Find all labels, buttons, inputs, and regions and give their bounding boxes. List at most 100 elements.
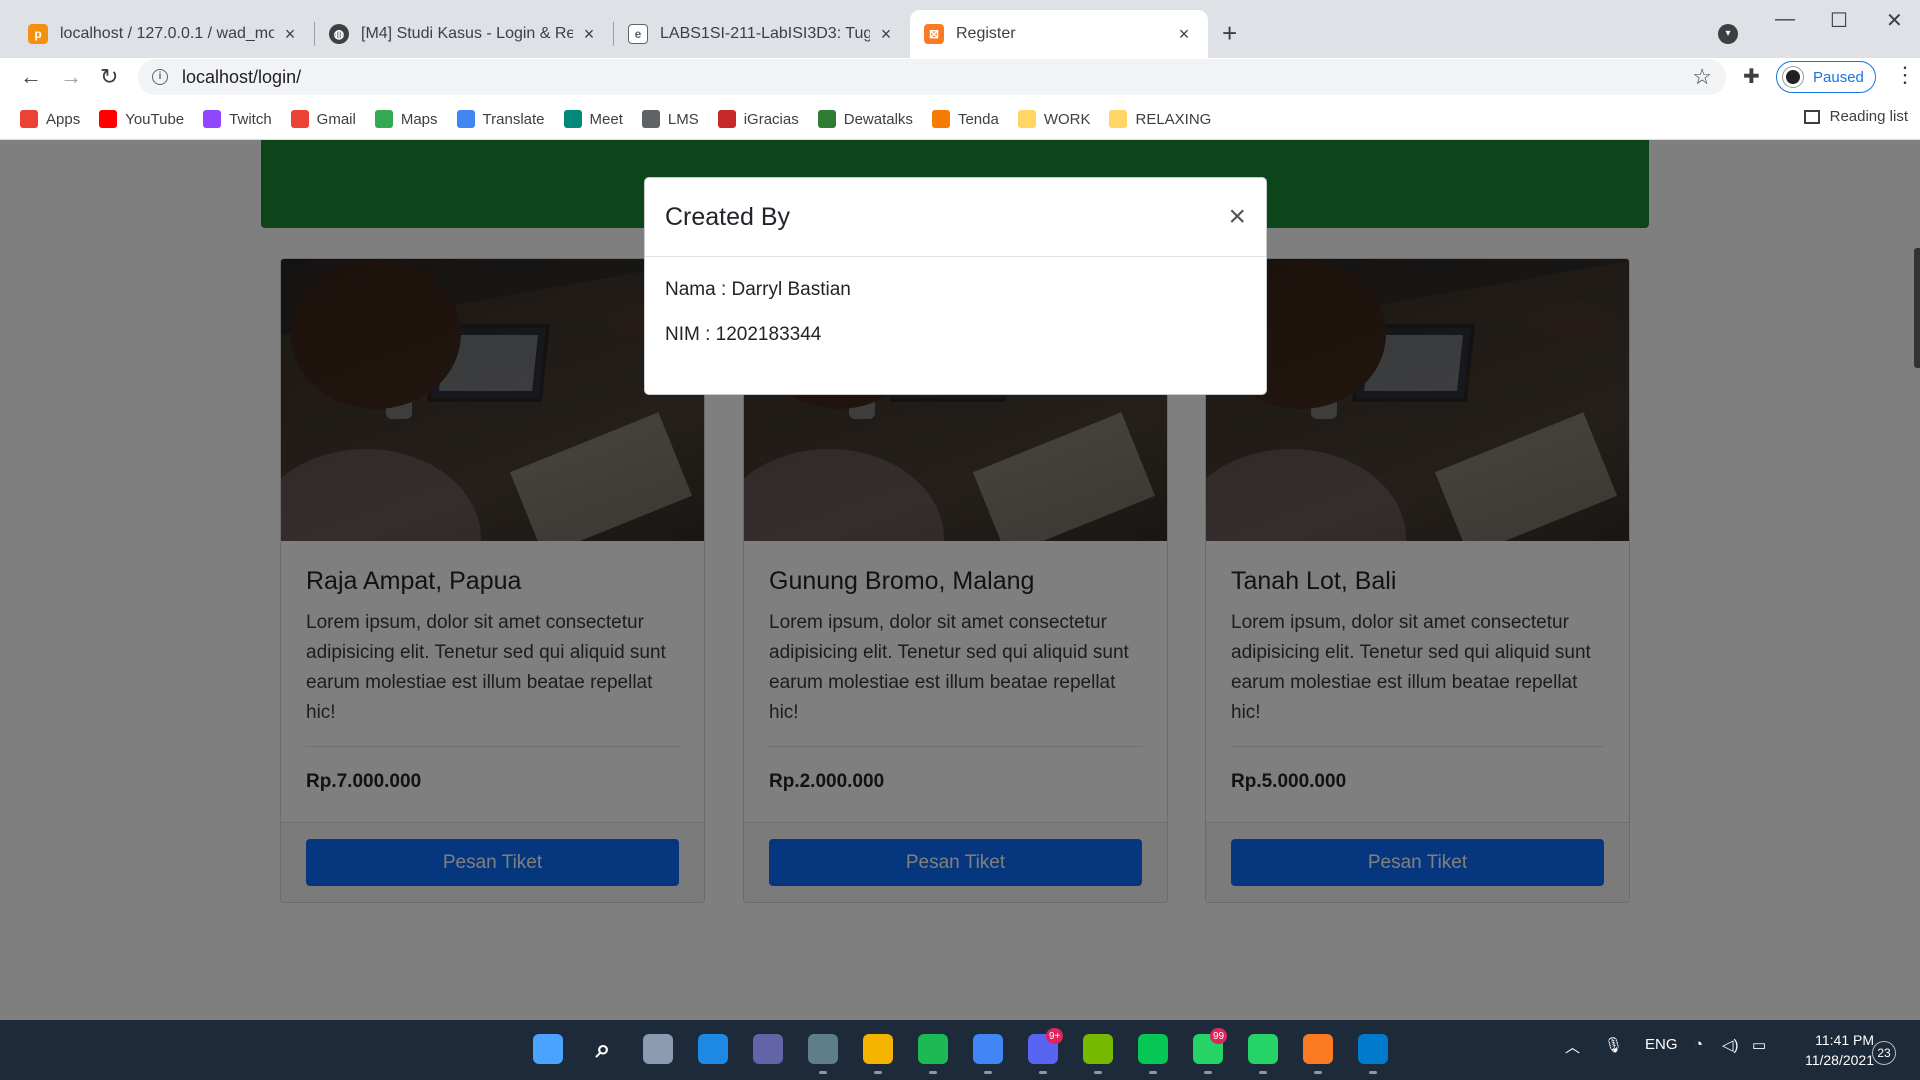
search-icon[interactable]: ⌕ — [588, 1033, 618, 1064]
language-indicator[interactable]: ENG — [1645, 1036, 1678, 1053]
snipping-tool-icon[interactable] — [808, 1034, 838, 1064]
bookmark-label: Twitch — [229, 110, 272, 128]
line-icon[interactable] — [1138, 1034, 1168, 1064]
bookmark-gmail[interactable]: Gmail — [290, 110, 356, 128]
created-by-modal: Created By × Nama : Darryl Bastian NIM :… — [644, 177, 1267, 395]
avatar — [1783, 67, 1803, 87]
close-icon[interactable]: × — [1228, 202, 1246, 232]
vscode-icon[interactable] — [1358, 1034, 1388, 1064]
running-indicator — [1094, 1071, 1102, 1074]
bookmark-label: Dewatalks — [843, 110, 913, 128]
reading-list-icon — [1803, 109, 1820, 124]
youtube-icon — [99, 110, 118, 128]
back-icon[interactable]: ← — [20, 64, 42, 90]
bookmark-label: WORK — [1043, 110, 1091, 128]
running-indicator — [1259, 1071, 1267, 1074]
modal-body: Nama : Darryl Bastian NIM : 1202183344 — [645, 257, 1266, 368]
close-tab-icon[interactable]: × — [1174, 24, 1194, 45]
window-close-icon[interactable]: ✕ — [1886, 8, 1903, 33]
chevron-up-icon[interactable]: ︿ — [1565, 1036, 1580, 1057]
widgets-icon[interactable] — [698, 1034, 728, 1064]
bookmark-label: iGracias — [743, 110, 799, 128]
notification-count[interactable]: 23 — [1872, 1041, 1896, 1065]
dewatalks-icon — [817, 110, 836, 128]
bookmark-label: Gmail — [316, 110, 356, 128]
profile-status: Paused — [1813, 68, 1864, 86]
close-tab-icon[interactable]: × — [280, 24, 300, 45]
running-indicator — [1149, 1071, 1157, 1074]
bookmark-twitch[interactable]: Twitch — [203, 110, 272, 128]
extensions-icon[interactable]: ✚ — [1743, 64, 1760, 89]
scrollbar[interactable] — [1914, 248, 1920, 368]
battery-icon[interactable]: ▭ — [1752, 1036, 1766, 1054]
modal-title: Created By — [665, 202, 791, 231]
clock[interactable]: 11:41 PM 11/28/2021 — [1794, 1030, 1874, 1070]
bookmark-star-icon[interactable]: ☆ — [1692, 64, 1712, 90]
start-icon[interactable] — [533, 1034, 563, 1064]
e-learning-icon: e — [628, 24, 648, 44]
file-explorer-icon[interactable] — [863, 1034, 893, 1064]
bookmark-maps[interactable]: Maps — [374, 110, 438, 128]
modal-header: Created By × — [645, 178, 1266, 257]
tab-labs[interactable]: e LABS1SI-211-LabISI3D3: Tugas Pe × — [614, 10, 910, 58]
xampp-icon: ⊠ — [924, 24, 944, 44]
bookmark-apps[interactable]: Apps — [20, 110, 80, 128]
new-tab-button[interactable]: + — [1222, 18, 1237, 49]
twitch-icon — [203, 110, 222, 128]
running-indicator — [984, 1071, 992, 1074]
whatsapp-badge: 99 — [1210, 1028, 1228, 1044]
url-text: localhost/login/ — [182, 66, 302, 87]
bookmark-meet[interactable]: Meet — [563, 110, 623, 128]
folder-icon — [1017, 110, 1036, 128]
clock-time: 11:41 PM — [1815, 1032, 1874, 1048]
tab-title: Register — [956, 25, 1016, 42]
igracias-icon — [717, 110, 736, 128]
phpmyadmin-icon: p — [28, 24, 48, 44]
tab-studi-kasus[interactable]: ◍ [M4] Studi Kasus - Login & Regis × — [315, 10, 613, 58]
running-indicator — [874, 1071, 882, 1074]
whatsapp-icon[interactable] — [1248, 1034, 1278, 1064]
apps-grid-icon — [20, 110, 38, 128]
bookmark-translate[interactable]: Translate — [456, 110, 545, 128]
tab-strip: p localhost / 127.0.0.1 / wad_modu × ◍ [… — [0, 0, 1920, 58]
bookmark-label: Meet — [589, 110, 623, 128]
taskbar — [0, 1020, 1920, 1080]
reload-icon[interactable]: ↻ — [100, 64, 118, 90]
minimize-icon[interactable]: — — [1775, 8, 1795, 31]
xampp-icon[interactable] — [1303, 1034, 1333, 1064]
bookmark-work[interactable]: WORK — [1017, 110, 1091, 128]
tab-register[interactable]: ⊠ Register × — [910, 10, 1208, 58]
bookmark-label: Maps — [400, 110, 438, 128]
profile-button[interactable]: Paused — [1776, 61, 1876, 93]
task-view-icon[interactable] — [643, 1034, 673, 1064]
chrome-icon[interactable] — [973, 1034, 1003, 1064]
tab-phpmyadmin[interactable]: p localhost / 127.0.0.1 / wad_modu × — [14, 10, 314, 58]
bookmark-label: Tenda — [957, 110, 999, 128]
nvidia-icon[interactable] — [1083, 1034, 1113, 1064]
spotify-icon[interactable] — [918, 1034, 948, 1064]
tab-search-icon[interactable]: ▾ — [1718, 24, 1738, 44]
running-indicator — [819, 1071, 827, 1074]
menu-icon[interactable]: ⋮ — [1894, 62, 1916, 88]
close-tab-icon[interactable]: × — [876, 24, 896, 45]
bookmark-label: LMS — [667, 110, 699, 128]
forward-icon[interactable]: → — [60, 64, 82, 90]
wifi-icon[interactable]: ◔ — [1694, 1036, 1703, 1053]
bookmark-youtube[interactable]: YouTube — [99, 110, 184, 128]
volume-icon[interactable]: ◁) — [1722, 1036, 1739, 1054]
microphone-icon[interactable]: 🎙 — [1604, 1036, 1623, 1054]
meet-icon — [563, 110, 582, 128]
bookmark-lms[interactable]: LMS — [641, 110, 699, 128]
bookmark-igracias[interactable]: iGracias — [717, 110, 799, 128]
teams-chat-icon[interactable] — [753, 1034, 783, 1064]
bookmark-relaxing[interactable]: RELAXING — [1109, 110, 1211, 128]
bookmark-dewatalks[interactable]: Dewatalks — [817, 110, 913, 128]
maximize-icon[interactable]: ☐ — [1830, 8, 1848, 33]
address-bar[interactable]: i localhost/login/ ☆ — [138, 59, 1726, 95]
reading-list-button[interactable]: Reading list — [1803, 108, 1908, 125]
running-indicator — [1039, 1071, 1047, 1074]
close-tab-icon[interactable]: × — [579, 24, 599, 45]
bookmark-tenda[interactable]: Tenda — [931, 110, 999, 128]
running-indicator — [1204, 1071, 1212, 1074]
site-info-icon[interactable]: i — [152, 69, 168, 85]
